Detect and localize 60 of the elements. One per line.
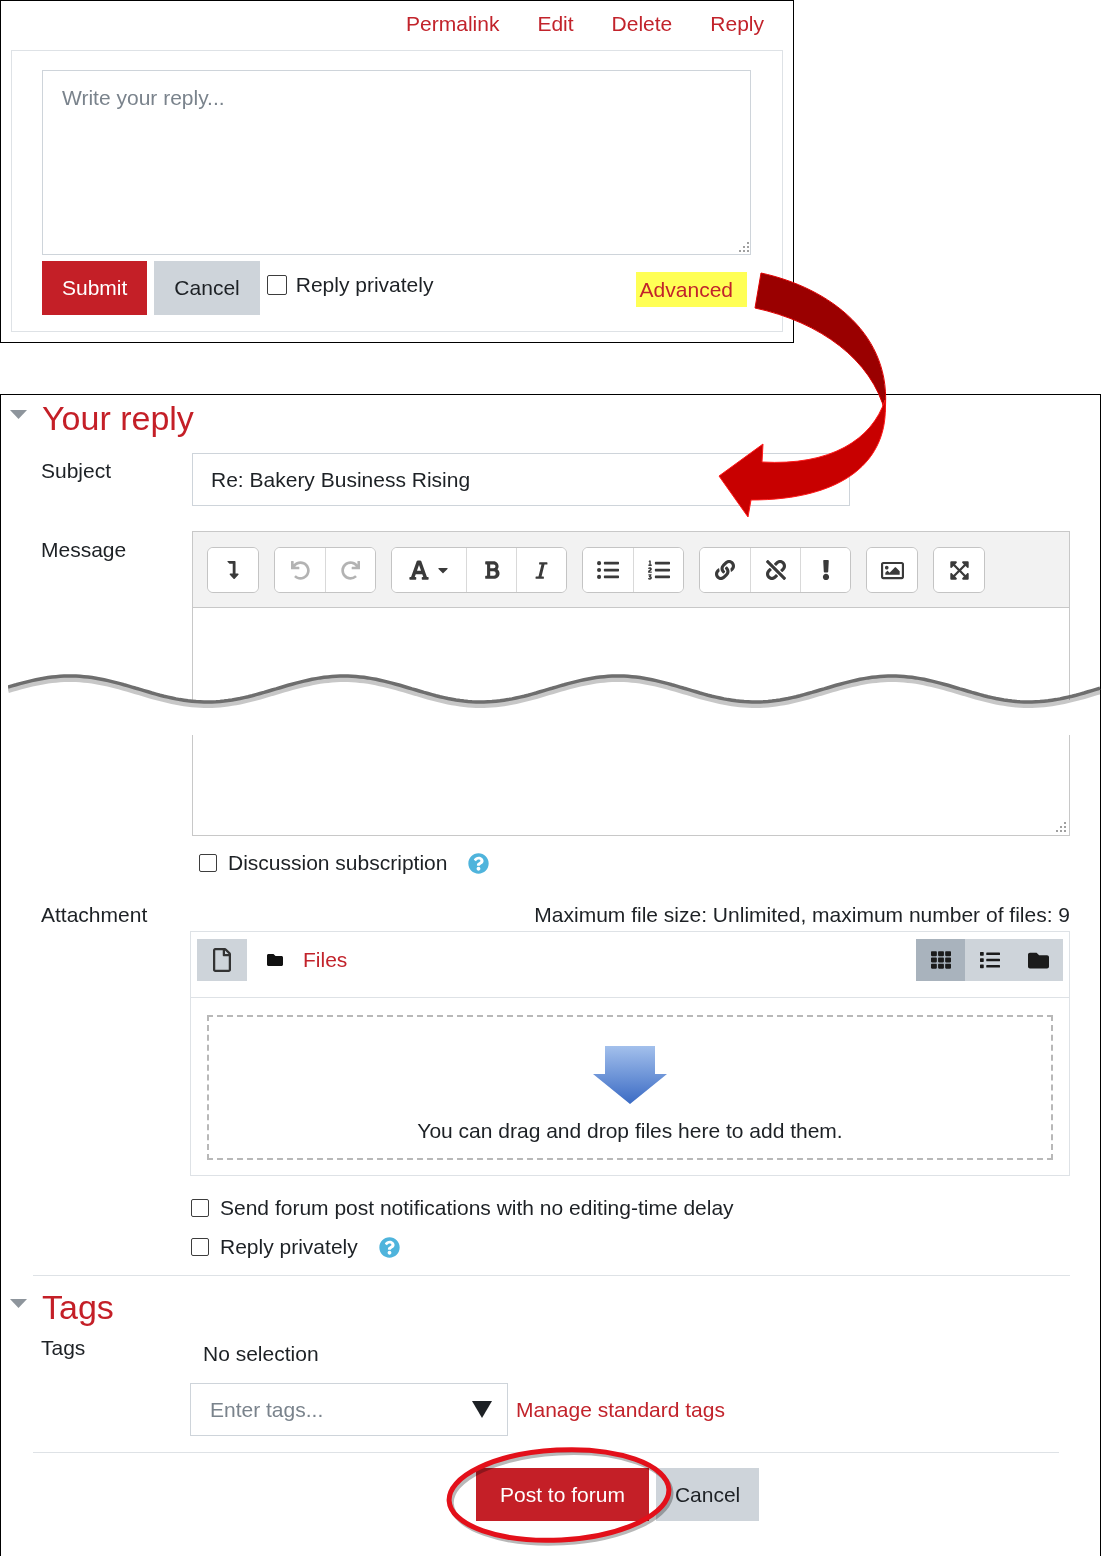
- cancel-button[interactable]: Cancel: [655, 1468, 760, 1521]
- checkbox[interactable]: [266, 275, 287, 295]
- undo-icon: [290, 560, 310, 580]
- list-icon: [979, 950, 1000, 970]
- drop-hint-text: You can drag and drop files here to add them.: [417, 1118, 843, 1144]
- caret-icon[interactable]: [10, 1299, 27, 1308]
- checkbox[interactable]: [191, 1199, 209, 1217]
- field-label: Attachment: [41, 902, 149, 928]
- icon-view-button[interactable]: [916, 939, 965, 981]
- fullscreen-button[interactable]: [934, 548, 984, 592]
- field-label: Tags: [41, 1335, 87, 1361]
- show-more-button[interactable]: [208, 548, 258, 592]
- submit-button[interactable]: Submit: [42, 261, 148, 315]
- exclamation-button[interactable]: [800, 548, 850, 592]
- action-link[interactable]: Edit: [537, 11, 574, 37]
- add-file-button[interactable]: [197, 939, 247, 981]
- action-link[interactable]: Delete: [611, 11, 673, 37]
- field-label: Message: [41, 537, 128, 563]
- link-icon: [715, 560, 735, 580]
- checkbox-label: Reply privately: [220, 1234, 358, 1260]
- resize-grip-icon: [739, 242, 749, 252]
- manage-tags-link[interactable]: Manage standard tags: [516, 1396, 725, 1423]
- tree-view-button[interactable]: [1014, 939, 1063, 981]
- folder-path-link[interactable]: Files: [303, 947, 348, 973]
- submit-button[interactable]: Post to forum: [476, 1468, 649, 1521]
- tag-selection-text: No selection: [202, 1341, 320, 1367]
- cancel-button[interactable]: Cancel: [154, 261, 260, 315]
- tags-field[interactable]: Enter tags...: [190, 1383, 508, 1436]
- editor-text-area[interactable]: [192, 608, 1070, 700]
- grid-icon: [930, 950, 951, 970]
- reply-field[interactable]: Write your reply...: [42, 70, 751, 255]
- checkbox-label: Reply privately: [295, 272, 434, 298]
- caret-icon[interactable]: [10, 410, 27, 419]
- italic-button[interactable]: [516, 548, 566, 592]
- folder-icon: [267, 952, 283, 968]
- redo-icon: [341, 560, 360, 580]
- checkbox[interactable]: [199, 854, 217, 872]
- field-label: Subject: [41, 458, 113, 484]
- section-heading: Tags: [42, 1287, 114, 1328]
- section-heading: Your reply: [42, 398, 194, 439]
- down-arrow-icon: [593, 1046, 667, 1104]
- dropdown-arrow-icon[interactable]: [472, 1401, 492, 1418]
- checkbox-label: Discussion subscription: [228, 850, 448, 876]
- action-link[interactable]: Permalink: [406, 11, 500, 37]
- resize-grip-icon: [1056, 822, 1066, 832]
- bullet-list-icon: [597, 559, 619, 581]
- image-button[interactable]: [867, 548, 917, 592]
- file-icon: [210, 948, 234, 972]
- numbered-list-icon: [647, 559, 670, 581]
- drop-zone[interactable]: You can drag and drop files here to add them.: [207, 1015, 1053, 1160]
- expand-icon: [948, 559, 970, 581]
- numbered-list-button[interactable]: [633, 548, 683, 592]
- action-link[interactable]: Reply: [710, 11, 764, 37]
- checkbox[interactable]: [191, 1238, 209, 1256]
- list-view-button[interactable]: [965, 939, 1014, 981]
- checkbox-label: Send forum post notifications with no editing-time delay: [220, 1195, 734, 1221]
- broken-link-icon: [765, 560, 786, 580]
- advanced-link[interactable]: Advanced: [635, 272, 747, 307]
- file-limits-text: Maximum file size: Unlimited, maximum number of files: 9: [533, 902, 1070, 928]
- letter-a-icon: [407, 559, 430, 581]
